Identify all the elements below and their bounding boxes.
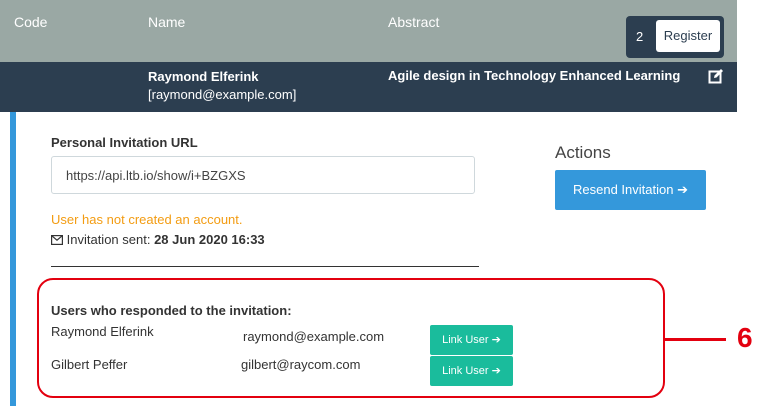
register-button[interactable]: Register [656,20,720,52]
arrow-right-icon: ➔ [677,182,688,197]
envelope-icon [51,232,67,247]
section-divider [51,266,479,267]
table-header: Code Name Abstract 2 Register [0,0,737,62]
account-warning: User has not created an account. [51,212,243,227]
invitation-sent-label: Invitation sent: [66,232,151,247]
edit-icon[interactable] [708,68,724,87]
invitation-sent-date: 28 Jun 2020 16:33 [154,232,265,247]
invitation-url-input[interactable] [51,156,475,194]
column-header-abstract: Abstract [388,14,440,30]
detail-accent-bar [10,112,16,406]
column-header-name: Name [148,14,186,30]
annotation-callout-line [664,338,726,341]
column-header-code: Code [14,14,48,30]
registration-page: Code Name Abstract 2 Register Raymond El… [0,0,769,406]
row-name-cell: Raymond Elferink [raymond@example.com] [148,68,296,104]
annotation-callout-number: 6 [737,322,753,353]
actions-heading: Actions [555,143,611,162]
row-name: Raymond Elferink [148,69,259,84]
annotation-highlight-box [37,278,665,398]
register-count-badge: 2 [636,29,644,44]
invitation-sent-status: Invitation sent: 28 Jun 2020 16:33 [51,232,265,247]
resend-invitation-label: Resend Invitation [573,182,674,197]
row-email: [raymond@example.com] [148,87,297,102]
table-row[interactable]: Raymond Elferink [raymond@example.com] A… [0,62,737,112]
invitation-url-label: Personal Invitation URL [51,135,198,150]
register-group: 2 Register [626,16,724,58]
row-abstract: Agile design in Technology Enhanced Lear… [388,68,681,83]
resend-invitation-button[interactable]: Resend Invitation ➔ [555,170,706,210]
